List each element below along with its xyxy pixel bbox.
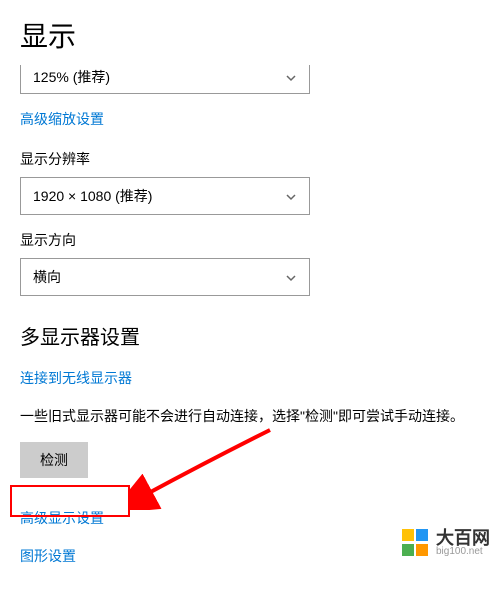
watermark-url: big100.net: [436, 547, 490, 557]
multi-display-title: 多显示器设置: [20, 321, 480, 350]
chevron-down-icon: [285, 190, 297, 202]
multi-display-description: 一些旧式显示器可能不会进行自动连接，选择"检测"即可尝试手动连接。: [20, 406, 480, 427]
detect-button[interactable]: 检测: [20, 442, 88, 478]
watermark-title: 大百网: [436, 529, 490, 547]
page-title: 显示: [20, 15, 480, 55]
resolution-label: 显示分辨率: [20, 149, 480, 169]
chevron-down-icon: [285, 71, 297, 83]
orientation-label: 显示方向: [20, 230, 480, 250]
orientation-value: 横向: [33, 267, 61, 287]
scale-value: 125% (推荐): [33, 67, 110, 87]
advanced-display-link[interactable]: 高级显示设置: [20, 508, 104, 528]
orientation-dropdown[interactable]: 横向: [20, 258, 310, 296]
chevron-down-icon: [285, 271, 297, 283]
watermark-logo-icon: [402, 529, 430, 557]
graphics-settings-link[interactable]: 图形设置: [20, 546, 76, 566]
resolution-dropdown[interactable]: 1920 × 1080 (推荐): [20, 177, 310, 215]
advanced-scaling-link[interactable]: 高级缩放设置: [20, 109, 104, 129]
scale-dropdown[interactable]: 125% (推荐): [20, 65, 310, 94]
resolution-value: 1920 × 1080 (推荐): [33, 186, 152, 206]
connect-wireless-link[interactable]: 连接到无线显示器: [20, 368, 132, 388]
watermark: 大百网 big100.net: [402, 529, 490, 557]
